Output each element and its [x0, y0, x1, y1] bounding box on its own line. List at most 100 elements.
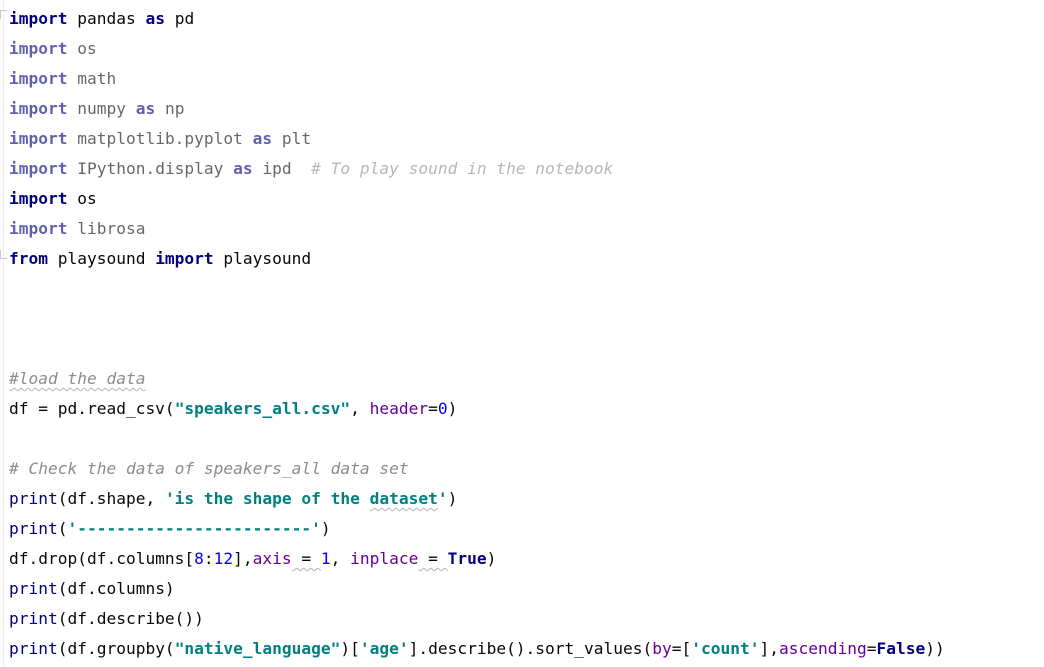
code-line[interactable]: import numpy as np: [9, 94, 945, 124]
code-line[interactable]: import matplotlib.pyplot as plt: [9, 124, 945, 154]
code-token: import: [9, 69, 68, 88]
code-token: False: [876, 639, 926, 658]
code-token: )[: [340, 639, 360, 658]
code-token: '------------------------': [67, 519, 321, 538]
code-line[interactable]: import IPython.display as ipd # To play …: [9, 154, 945, 184]
code-token: =: [866, 639, 877, 658]
code-line[interactable]: print(df.groupby("native_language")['age…: [9, 634, 945, 664]
code-token: playsound: [213, 249, 312, 268]
code-token: 1: [320, 549, 331, 568]
code-token: as: [233, 159, 253, 178]
code-token: import: [155, 249, 214, 268]
code-token: dataset: [369, 489, 438, 508]
code-token: (df.shape,: [57, 489, 165, 508]
code-token: import: [9, 39, 68, 58]
code-line[interactable]: import math: [9, 64, 945, 94]
code-token: playsound: [47, 249, 156, 268]
code-line[interactable]: [9, 304, 945, 334]
code-token: :: [203, 549, 214, 568]
code-token: df = pd.read_csv(: [9, 399, 175, 418]
code-token: os: [67, 189, 97, 208]
code-token: import: [9, 189, 68, 208]
fold-start-icon[interactable]: [0, 10, 7, 19]
code-line[interactable]: df.drop(df.columns[8:12],axis = 1, inpla…: [9, 544, 945, 574]
code-token: print: [9, 639, 58, 658]
code-token: librosa: [67, 219, 146, 238]
code-token: ].describe().sort_values(: [408, 639, 653, 658]
code-token: ): [320, 519, 331, 538]
code-area[interactable]: import pandas as pd import os import math i…: [9, 4, 945, 664]
code-token: =: [428, 399, 438, 418]
code-line[interactable]: import pandas as pd: [9, 4, 945, 34]
code-token: "native_language": [174, 639, 341, 658]
code-token: np: [155, 99, 185, 118]
code-token: pd: [164, 9, 195, 28]
code-token: ): [447, 399, 458, 418]
code-token: 0: [437, 399, 448, 418]
code-token: numpy: [67, 99, 136, 118]
code-token: ): [447, 489, 458, 508]
code-line[interactable]: from playsound import playsound: [9, 244, 945, 274]
code-token: from: [9, 249, 48, 268]
code-line[interactable]: print('------------------------'): [9, 514, 945, 544]
code-token: # Check the data of speakers_all data se…: [9, 459, 409, 478]
code-token: ': [437, 489, 448, 508]
code-token: ,: [330, 549, 351, 568]
code-token: 12: [213, 549, 234, 568]
code-line[interactable]: import os: [9, 184, 945, 214]
code-token: as: [145, 9, 165, 28]
code-editor[interactable]: import pandas as pd import os import math i…: [0, 0, 1044, 667]
code-token: import: [9, 159, 68, 178]
code-token: (df.describe()): [57, 609, 204, 628]
code-token: math: [67, 69, 117, 88]
code-token: matplotlib.pyplot: [67, 129, 253, 148]
code-line[interactable]: print(df.describe()): [9, 604, 945, 634]
code-token: df.drop(df.columns[: [9, 549, 195, 568]
code-token: IPython.display: [67, 159, 234, 178]
code-line[interactable]: [9, 274, 945, 304]
code-token: as: [135, 99, 156, 118]
code-token: header: [369, 399, 429, 418]
code-token: 'is the shape of the: [164, 489, 370, 508]
code-token: inplace: [350, 549, 419, 568]
code-token: print: [9, 609, 58, 628]
code-token: ascending: [779, 639, 867, 658]
code-token: =: [418, 549, 448, 568]
code-token: os: [67, 39, 97, 58]
code-token: # To play sound in the notebook: [311, 159, 614, 178]
code-token: ,: [350, 399, 370, 418]
code-token: True: [447, 549, 487, 568]
code-line[interactable]: df = pd.read_csv("speakers_all.csv", hea…: [9, 394, 945, 424]
gutter-edge: [3, 0, 4, 667]
code-token: axis: [252, 549, 292, 568]
code-token: pandas: [67, 9, 146, 28]
code-token: =: [291, 549, 321, 568]
code-line[interactable]: [9, 334, 945, 364]
code-token: as: [252, 129, 273, 148]
code-token: print: [9, 579, 58, 598]
code-token: ],: [233, 549, 253, 568]
code-token: print: [9, 519, 58, 538]
code-token: ): [486, 549, 497, 568]
code-token: import: [9, 9, 68, 28]
code-token: #load the data: [9, 369, 146, 388]
code-line[interactable]: [9, 424, 945, 454]
code-line[interactable]: import os: [9, 34, 945, 64]
code-token: 8: [194, 549, 204, 568]
code-token: 'age': [359, 639, 409, 658]
code-token: (df.groupby(: [57, 639, 175, 658]
code-token: )): [925, 639, 945, 658]
code-token: (df.columns): [57, 579, 175, 598]
fold-end-icon[interactable]: [0, 250, 7, 259]
code-token: "speakers_all.csv": [174, 399, 351, 418]
code-line[interactable]: #load the data: [9, 364, 945, 394]
code-line[interactable]: import librosa: [9, 214, 945, 244]
code-token: import: [9, 219, 68, 238]
code-token: ],: [759, 639, 780, 658]
code-token: ipd: [252, 159, 312, 178]
code-token: import: [9, 129, 68, 148]
code-line[interactable]: print(df.shape, 'is the shape of the dat…: [9, 484, 945, 514]
code-token: print: [9, 489, 58, 508]
code-line[interactable]: print(df.columns): [9, 574, 945, 604]
code-line[interactable]: # Check the data of speakers_all data se…: [9, 454, 945, 484]
